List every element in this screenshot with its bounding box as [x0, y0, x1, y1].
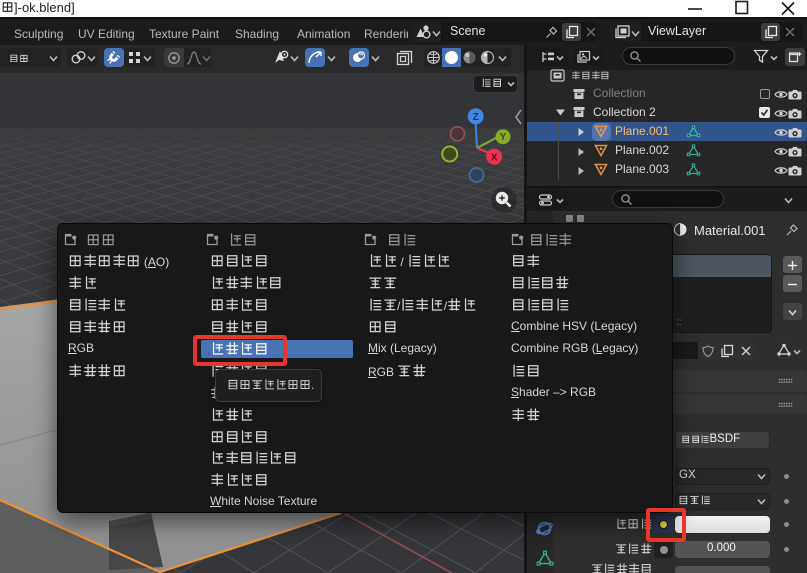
svg-text:X: X: [491, 152, 498, 163]
svg-text:Z: Z: [473, 112, 479, 123]
svg-text:Y: Y: [500, 132, 507, 143]
